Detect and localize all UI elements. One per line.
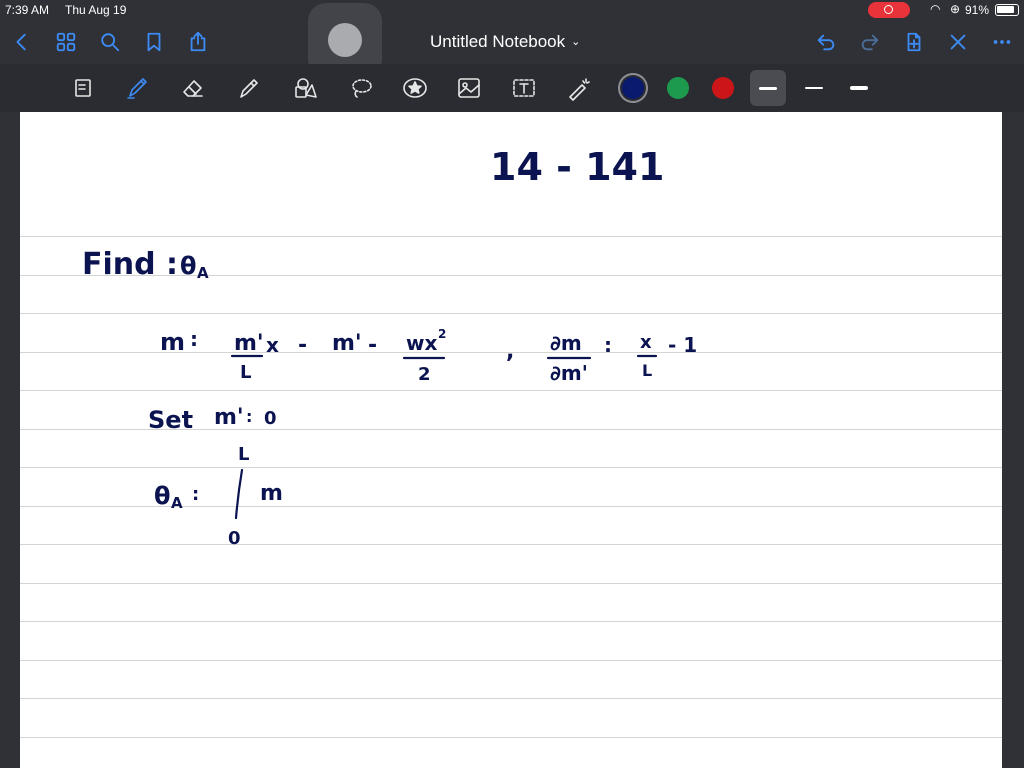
share-button[interactable]: [184, 28, 212, 56]
equals-sign: :: [190, 327, 198, 351]
drawing-toolbar: [0, 64, 1024, 112]
lasso-tool[interactable]: [344, 72, 378, 104]
problem-number: 14 - 141: [490, 145, 664, 189]
chevron-down-icon: ⌄: [571, 36, 581, 48]
var-x: x: [266, 333, 279, 357]
highlighter-icon: [240, 79, 258, 98]
color-swatch-red[interactable]: [712, 77, 734, 99]
minus-sign: -: [368, 333, 377, 358]
eraser-tool[interactable]: [176, 72, 210, 104]
sticker-tool[interactable]: [398, 72, 432, 104]
thickness-thick[interactable]: [841, 70, 877, 106]
close-button[interactable]: [944, 28, 972, 56]
notebook-title: Untitled Notebook: [430, 32, 566, 51]
pen-tool[interactable]: [120, 72, 154, 104]
image-tool[interactable]: [452, 72, 486, 104]
back-button[interactable]: [8, 28, 36, 56]
theta-symbol: θ: [180, 252, 197, 280]
handwritten-notes: 14 - 141 Find : θ A m : m' L x - m' - wx…: [82, 145, 697, 549]
set-label: Set: [148, 406, 193, 434]
upper-limit: L: [238, 444, 249, 465]
equals-sign: :: [192, 484, 199, 505]
frac2-denominator: 2: [418, 364, 431, 385]
text-box-icon: [513, 79, 535, 97]
theta-subscript: A: [197, 264, 209, 282]
image-icon: [458, 78, 480, 98]
minus-sign: -: [298, 333, 307, 358]
equals-sign: :: [604, 333, 612, 357]
zero-value: 0: [264, 408, 277, 429]
battery-icon: [995, 4, 1019, 16]
moment-prime: m': [214, 405, 244, 430]
search-icon: [101, 33, 120, 52]
redo-button[interactable]: [856, 28, 884, 56]
screen-recording-icon[interactable]: [868, 2, 910, 18]
bookmark-icon: [147, 32, 161, 52]
undo-icon: [817, 34, 835, 51]
partial-denominator: ∂m': [550, 361, 588, 385]
shapes-tool[interactable]: [288, 72, 322, 104]
shapes-icon: [295, 78, 317, 98]
add-page-button[interactable]: [900, 28, 928, 56]
exponent: 2: [438, 327, 446, 341]
page-thumbnail-tool[interactable]: [66, 72, 100, 104]
status-bar: 7:39 AM Thu Aug 19 ◠ ⊕ 91%: [0, 0, 1024, 20]
chevron-left-icon: [16, 33, 26, 51]
bookmark-button[interactable]: [140, 28, 168, 56]
lower-limit: 0: [228, 528, 241, 549]
grid-icon: [56, 32, 76, 52]
frac2-numerator: wx: [406, 331, 437, 355]
share-icon: [190, 31, 206, 52]
thickness-medium[interactable]: [796, 70, 832, 106]
frac3-numerator: x: [640, 332, 652, 353]
highlighter-tool[interactable]: [232, 72, 266, 104]
more-button[interactable]: [988, 28, 1016, 56]
color-swatch-navy[interactable]: [622, 77, 644, 99]
status-time: 7:39 AM: [5, 3, 50, 17]
thumbnails-button[interactable]: [52, 28, 80, 56]
text-tool[interactable]: [507, 72, 541, 104]
rotation-lock-icon: ⊕: [950, 2, 961, 16]
equals-sign: :: [246, 407, 252, 426]
moment-prime: m': [332, 331, 362, 356]
thickness-thin[interactable]: [750, 70, 786, 106]
status-date: Thu Aug 19: [65, 3, 127, 17]
moment-symbol: m: [160, 328, 185, 356]
comma: ,: [506, 339, 514, 364]
theta-symbol: θ: [154, 482, 171, 510]
battery-percent: 91%: [965, 3, 990, 17]
notebook-page[interactable]: 14 - 141 Find : θ A m : m' L x - m' - wx…: [20, 112, 1002, 768]
navigation-bar: Untitled Notebook ⌄: [0, 20, 1024, 64]
integral-sign: [234, 468, 244, 520]
color-swatch-green[interactable]: [667, 77, 689, 99]
redo-icon: [861, 34, 879, 51]
minus-one: - 1: [668, 333, 697, 357]
frac1-denominator: L: [240, 362, 251, 383]
add-page-icon: [907, 32, 921, 52]
notebook-title-menu[interactable]: Untitled Notebook ⌄: [430, 32, 610, 52]
laser-pointer-tool[interactable]: [562, 72, 596, 104]
close-icon: [950, 34, 966, 50]
laser-pointer-icon: [569, 78, 590, 101]
wifi-icon: ◠: [930, 2, 941, 16]
star-sticker-icon: [403, 78, 427, 98]
frac3-denominator: L: [642, 361, 652, 380]
theta-subscript: A: [171, 494, 183, 512]
lasso-icon: [352, 79, 372, 98]
find-label: Find :: [82, 247, 178, 282]
integrand: m: [260, 481, 283, 506]
frac1-numerator: m': [234, 331, 264, 356]
undo-button[interactable]: [812, 28, 840, 56]
eraser-icon: [183, 80, 203, 97]
search-button[interactable]: [96, 28, 124, 56]
pen-icon: [127, 78, 147, 99]
page-thumbnail-icon: [75, 79, 91, 97]
partial-numerator: ∂m: [550, 331, 582, 355]
more-icon: [993, 40, 1011, 44]
